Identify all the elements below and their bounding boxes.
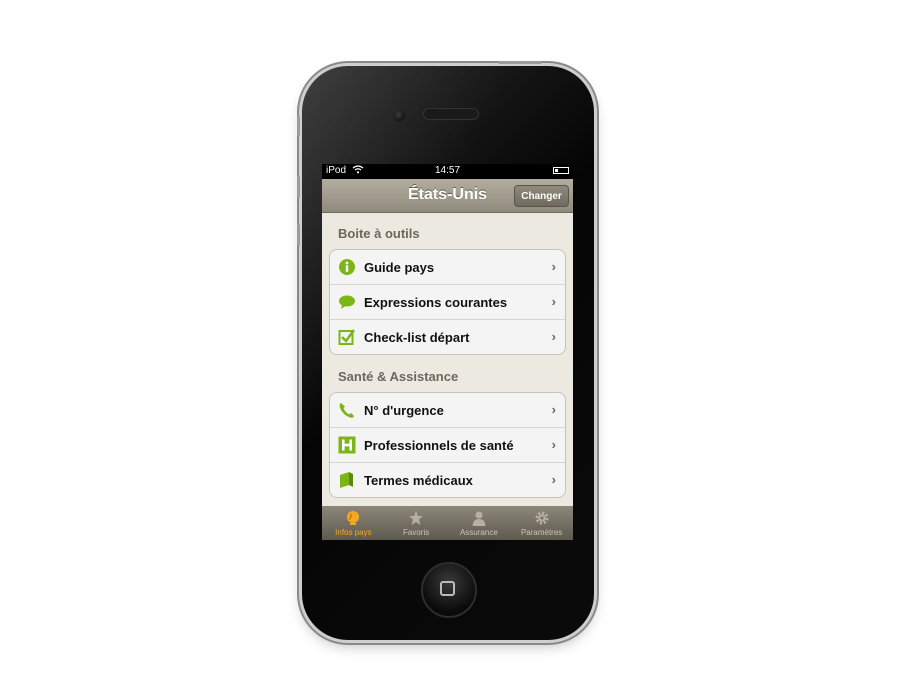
status-time: 14:57 bbox=[434, 165, 461, 176]
section-title-toolbox: Boite à outils bbox=[338, 226, 420, 241]
globe-icon bbox=[345, 509, 361, 527]
list-item-checklist[interactable]: Check-list départ › bbox=[330, 319, 565, 354]
list-item-label: Professionnels de santé bbox=[364, 437, 514, 453]
tab-label: Infos pays bbox=[335, 528, 372, 537]
chevron-right-icon: › bbox=[551, 329, 556, 344]
gear-icon bbox=[534, 509, 550, 527]
tab-assurance[interactable]: Assurance bbox=[448, 506, 511, 540]
health-group: N° d'urgence › Professionnels de santé ›… bbox=[329, 392, 566, 498]
navigation-bar: États-Unis Changer bbox=[322, 179, 573, 213]
list-item-label: Check-list départ bbox=[364, 329, 470, 345]
volume-down-button bbox=[297, 224, 300, 246]
mute-switch bbox=[297, 116, 300, 136]
list-item-label: Termes médicaux bbox=[364, 472, 473, 488]
list-item-expressions[interactable]: Expressions courantes › bbox=[330, 284, 565, 319]
toolbox-group: Guide pays › Expressions courantes › Che… bbox=[329, 249, 566, 355]
list-item-urgence[interactable]: N° d'urgence › bbox=[330, 393, 565, 427]
tab-favoris[interactable]: Favoris bbox=[385, 506, 448, 540]
list-item-professionnels[interactable]: Professionnels de santé › bbox=[330, 427, 565, 462]
hospital-icon bbox=[338, 436, 356, 454]
home-button[interactable] bbox=[421, 562, 477, 618]
list-item-label: Guide pays bbox=[364, 259, 435, 275]
chevron-right-icon: › bbox=[551, 472, 556, 487]
change-country-button[interactable]: Changer bbox=[514, 185, 569, 207]
app-screen: iPod 14:57 États-Unis Changer Boite à ou… bbox=[322, 164, 573, 540]
star-icon bbox=[408, 509, 424, 527]
speech-bubble-icon bbox=[338, 293, 356, 311]
home-square-icon bbox=[440, 581, 455, 596]
battery-icon bbox=[553, 167, 569, 174]
iphone-frame: iPod 14:57 États-Unis Changer Boite à ou… bbox=[297, 61, 594, 640]
chevron-right-icon: › bbox=[551, 259, 556, 274]
list-item-termes[interactable]: Termes médicaux › bbox=[330, 462, 565, 497]
info-icon bbox=[338, 258, 356, 276]
section-title-health: Santé & Assistance bbox=[338, 369, 459, 384]
tab-parametres[interactable]: Paramètres bbox=[510, 506, 573, 540]
book-icon bbox=[338, 471, 356, 489]
list-item-label: Expressions courantes bbox=[364, 294, 508, 310]
list-item-guide-pays[interactable]: Guide pays › bbox=[330, 250, 565, 284]
status-bar: iPod 14:57 bbox=[322, 164, 573, 179]
chevron-right-icon: › bbox=[551, 294, 556, 309]
tab-label: Paramètres bbox=[520, 528, 563, 537]
chevron-right-icon: › bbox=[551, 437, 556, 452]
earpiece-speaker bbox=[423, 108, 479, 120]
menu-list[interactable]: Boite à outils Guide pays › Expressions … bbox=[322, 213, 573, 514]
power-button bbox=[498, 61, 542, 64]
volume-up-button bbox=[297, 176, 300, 198]
tab-bar: Infos pays Favoris Assurance Paramètres bbox=[322, 506, 573, 540]
list-item-label: N° d'urgence bbox=[364, 402, 444, 418]
tab-label: Assurance bbox=[459, 528, 498, 537]
person-icon bbox=[471, 509, 487, 527]
phone-icon bbox=[338, 401, 356, 419]
tab-infos-pays[interactable]: Infos pays bbox=[322, 506, 385, 540]
chevron-right-icon: › bbox=[551, 402, 556, 417]
checkbox-icon bbox=[338, 328, 356, 346]
tab-label: Favoris bbox=[403, 528, 430, 537]
front-camera bbox=[393, 109, 406, 122]
